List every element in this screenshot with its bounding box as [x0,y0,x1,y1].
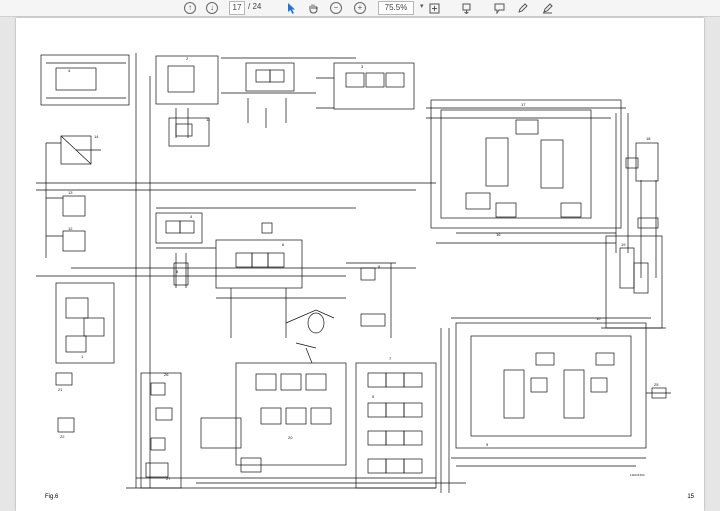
block-label: 2 [186,56,189,61]
drawing-id: 111001504 [630,473,645,477]
block-label: 18 [646,136,651,141]
block-label: 7 [389,356,392,361]
zoom-level-field[interactable]: 75.5% [378,1,414,15]
block-label: 10 [596,316,601,321]
block-label: 13 [68,190,73,195]
comment-icon[interactable] [492,1,506,15]
block-label: 3 [361,64,364,69]
fit-page-icon[interactable] [427,1,441,15]
arrow-up-icon[interactable]: ↑ [184,2,196,14]
pdf-page: 14 4 11 2 3 17 16 18 19 13 12 1 21 22 6 … [16,18,704,511]
page-layout-icon[interactable] [459,1,473,15]
block-label: 12 [68,226,73,231]
block-label: 19 [621,242,626,247]
block-label: 6 [282,242,285,247]
block-label: 11 [206,117,211,122]
block-label: 25 [654,382,659,387]
zoom-dropdown-icon[interactable]: ▾ [420,2,424,10]
block-label: 20 [288,435,293,440]
cursor-icon[interactable] [284,1,298,15]
block-label: 22 [60,434,65,439]
zoom-in-icon[interactable]: + [354,2,366,14]
page-number: 15 [687,494,694,500]
figure-label: Fig.6 [45,494,59,500]
block-label: 4 [68,68,71,73]
pdf-toolbar: ↑ ↓ 17 / 24 − + 75.5% ▾ [0,0,720,17]
block-label: 27 [166,476,171,481]
arrow-down-icon[interactable]: ↓ [206,2,218,14]
block-label: 14 [94,134,99,139]
hand-icon[interactable] [306,1,320,15]
sign-icon[interactable] [540,1,554,15]
pen-icon[interactable] [515,1,529,15]
block-label: 26 [164,372,169,377]
block-label: 16 [496,232,501,237]
block-label: 1 [81,354,84,359]
page-number-input[interactable]: 17 [229,1,245,15]
page-total-label: / 24 [248,2,262,11]
block-label: 8 [176,269,179,274]
block-label: 5 [372,394,375,399]
block-label: 9 [486,442,489,447]
zoom-out-icon[interactable]: − [330,2,342,14]
block-label: 17 [521,102,526,107]
hydraulic-schematic: 14 4 11 2 3 17 16 18 19 13 12 1 21 22 6 … [36,53,671,493]
block-label: 4 [190,214,193,219]
block-label: 21 [58,387,63,392]
